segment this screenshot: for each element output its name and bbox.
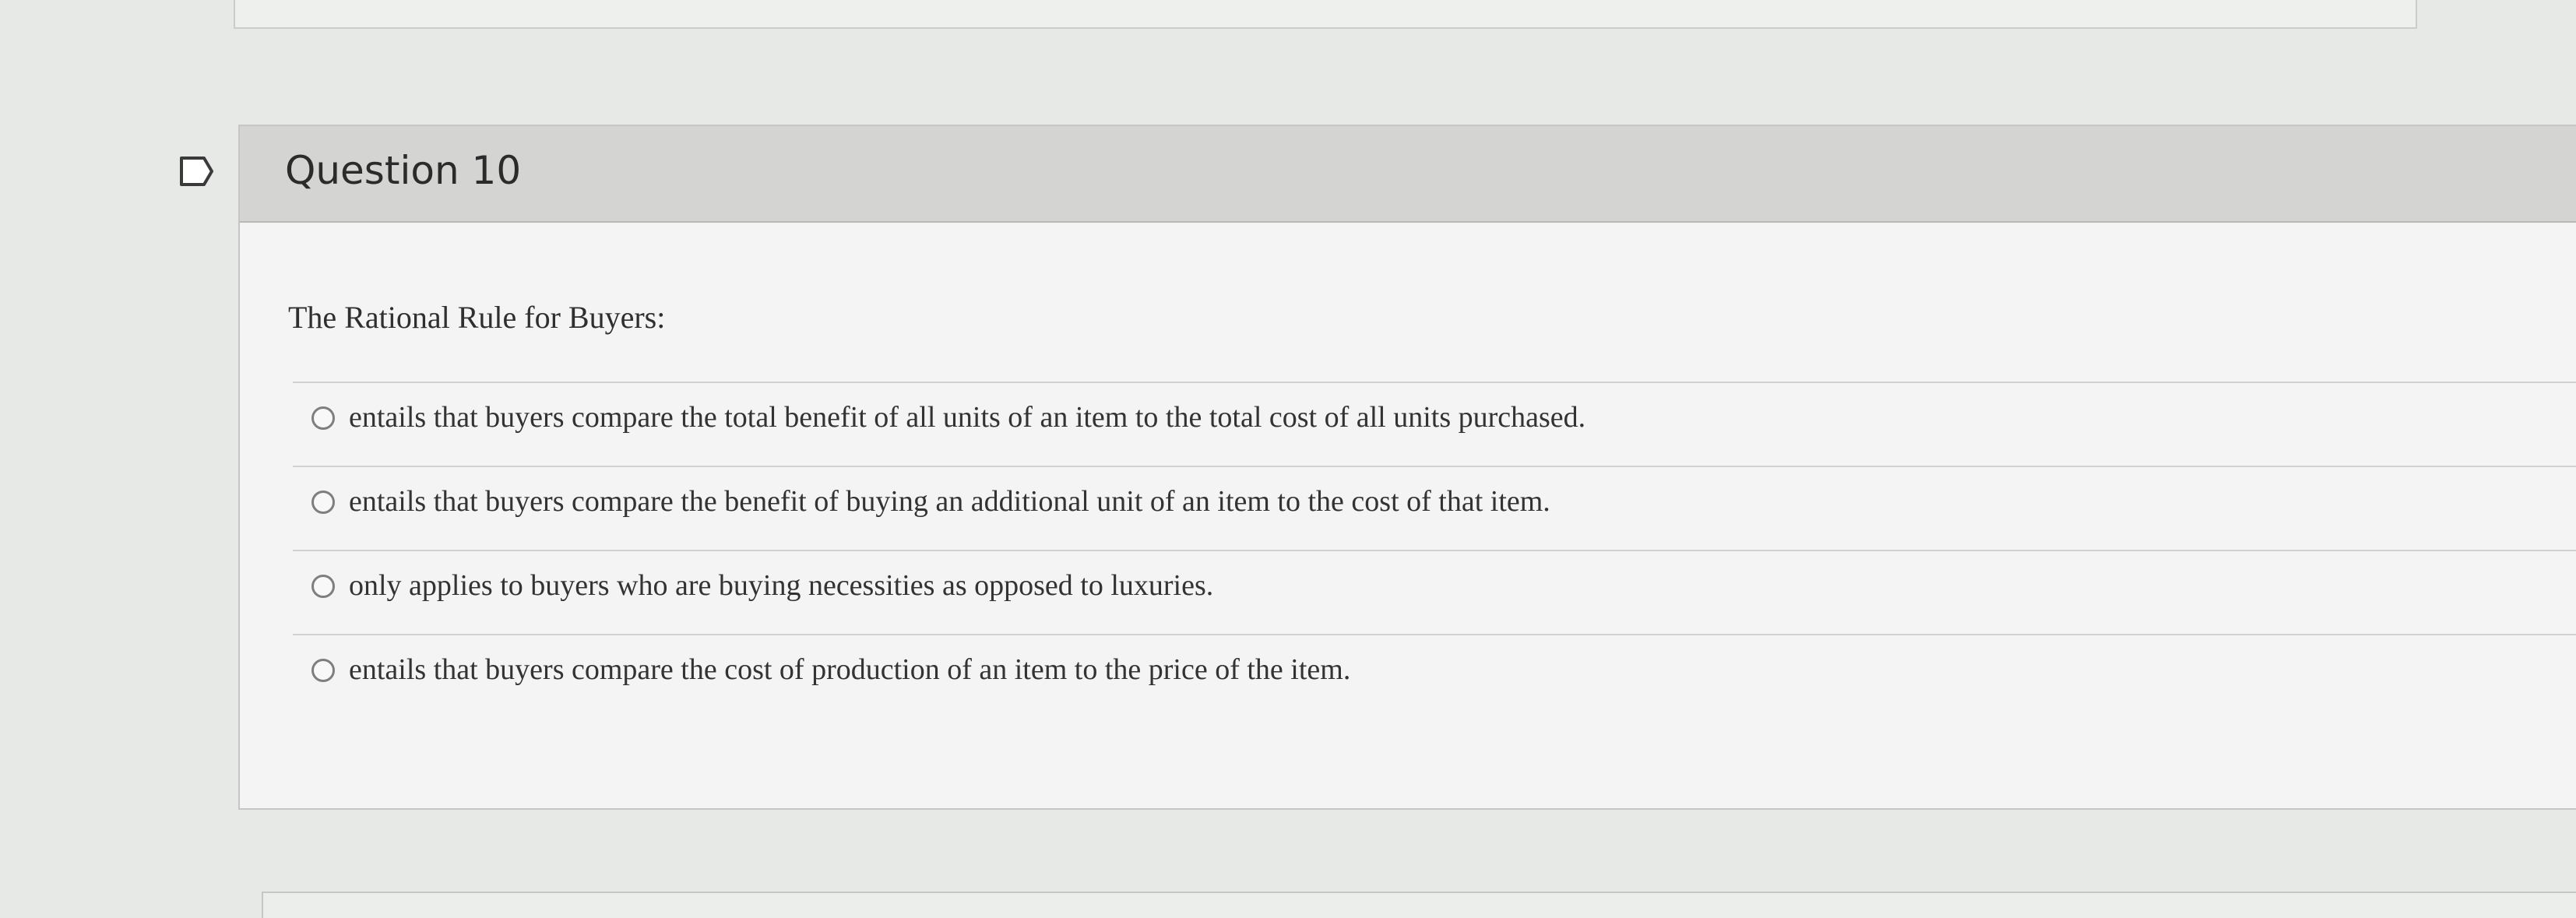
answer-label[interactable]: entails that buyers compare the total be… [349,400,1585,434]
answer-option[interactable]: entails that buyers compare the benefit … [293,466,2576,550]
question-prompt: The Rational Rule for Buyers: [288,300,666,335]
answer-list: entails that buyers compare the total be… [293,382,2576,718]
radio-button[interactable] [311,406,335,430]
flag-question-icon[interactable] [178,154,215,188]
question-card: Question 10 The Rational Rule for Buyers… [238,125,2576,810]
radio-button[interactable] [311,575,335,598]
answer-label[interactable]: entails that buyers compare the cost of … [349,652,1350,687]
question-title: Question 10 [285,148,522,193]
answer-option[interactable]: entails that buyers compare the total be… [293,382,2576,466]
answer-label[interactable]: entails that buyers compare the benefit … [349,484,1550,519]
next-question-card [262,892,2576,918]
radio-button[interactable] [311,659,335,682]
answer-option[interactable]: entails that buyers compare the cost of … [293,634,2576,718]
answer-label[interactable]: only applies to buyers who are buying ne… [349,568,1213,603]
radio-button[interactable] [311,491,335,514]
answer-option[interactable]: only applies to buyers who are buying ne… [293,550,2576,634]
previous-question-card [234,0,2417,29]
question-header: Question 10 [240,126,2576,223]
